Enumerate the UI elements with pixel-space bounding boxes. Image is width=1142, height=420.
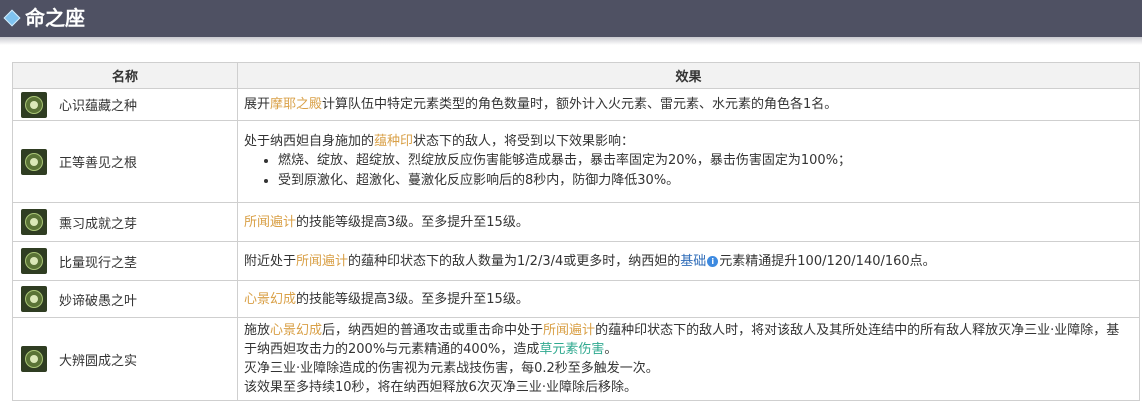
effect-cell: 处于纳西妲自身施加的蕴种印状态下的敌人，将受到以下效果影响： 燃烧、绽放、超绽放… — [237, 120, 1140, 203]
effect-text: 计算队伍中特定元素类型的角色数量时，额外计入火元素、雷元素、水元素的角色各1名。 — [322, 97, 838, 112]
effect-paragraph: 施放心景幻成后，纳西妲的普通攻击或重击命中处于所闻遍计的蕴种印状态下的敌人时，将… — [244, 321, 1129, 359]
name-cell: 心识蕴藏之种 — [12, 88, 238, 121]
effect-cell: 心景幻成的技能等级提高3级。至多提升至15级。 — [237, 280, 1140, 318]
dendro-damage-text: 草元素伤害 — [539, 342, 605, 357]
bullet-item: 受到原激化、超激化、蔓激化反应影响后的8秒内，防御力降低30%。 — [278, 171, 1129, 191]
name-cell: 大辨圆成之实 — [12, 317, 238, 401]
effect-text: 的蕴种印状态下的敌人数量为1/2/3/4或更多时，纳西妲的 — [348, 253, 681, 269]
keyword-link[interactable]: 心景幻成 — [244, 292, 296, 307]
bullet-item: 燃烧、绽放、超绽放、烈绽放反应伤害能够造成暴击，暴击率固定为20%，暴击伤害固定… — [278, 151, 1129, 171]
effect-text: 的技能等级提高3级。至多提升至15级。 — [296, 291, 529, 307]
keyword-link[interactable]: 所闻遍计 — [244, 215, 296, 230]
keyword-link[interactable]: 心景幻成 — [270, 323, 322, 338]
table-row: 心识蕴藏之种 展开摩耶之殿计算队伍中特定元素类型的角色数量时，额外计入火元素、雷… — [12, 88, 1140, 121]
effect-cell: 展开摩耶之殿计算队伍中特定元素类型的角色数量时，额外计入火元素、雷元素、水元素的… — [237, 88, 1140, 121]
constellation-icon — [21, 248, 47, 274]
keyword-link[interactable]: 蕴种印 — [374, 134, 413, 149]
effect-cell: 附近处于所闻遍计的蕴种印状态下的敌人数量为1/2/3/4或更多时，纳西妲的基础 i… — [237, 241, 1140, 281]
effect-text: 后，纳西妲的普通攻击或重击命中处于 — [322, 323, 544, 338]
effect-paragraph: 灭净三业·业障除造成的伤害视为元素战技伤害，每0.2秒至多触发一次。 — [244, 361, 659, 376]
info-icon[interactable]: i — [707, 255, 719, 267]
table-row: 妙谛破愚之叶 心景幻成的技能等级提高3级。至多提升至15级。 — [12, 280, 1140, 318]
table-row: 正等善见之根 处于纳西妲自身施加的蕴种印状态下的敌人，将受到以下效果影响： 燃烧… — [12, 120, 1140, 203]
effect-text: 状态下的敌人，将受到以下效果影响： — [413, 134, 635, 149]
keyword-link[interactable]: 摩耶之殿 — [270, 97, 322, 112]
effect-bullet-list: 燃烧、绽放、超绽放、烈绽放反应伤害能够造成暴击，暴击率固定为20%，暴击伤害固定… — [244, 151, 1129, 191]
name-cell: 比量现行之茎 — [12, 241, 238, 281]
effect-text: 附近处于 — [244, 253, 297, 269]
constellation-icon — [21, 286, 47, 312]
table-header-row: 名称 效果 — [12, 62, 1140, 89]
constellation-table: 名称 效果 心识蕴藏之种 展开摩耶之殿计算队伍中特定元素类型的角色数量时，额外计… — [12, 62, 1140, 401]
column-header-effect: 效果 — [237, 62, 1140, 89]
constellation-icon — [21, 148, 47, 175]
constellation-icon — [21, 346, 47, 372]
name-cell: 妙谛破愚之叶 — [12, 280, 238, 318]
effect-text: 处于纳西妲自身施加的 — [244, 134, 375, 149]
keyword-link[interactable]: 所闻遍计 — [296, 254, 348, 269]
table-row: 熏习成就之芽 所闻遍计的技能等级提高3级。至多提升至15级。 — [12, 202, 1140, 242]
header-shadow — [0, 37, 1142, 45]
base-link[interactable]: 基础 — [680, 254, 706, 269]
constellation-name: 熏习成就之芽 — [59, 216, 138, 232]
name-cell: 熏习成就之芽 — [12, 202, 238, 242]
constellation-name: 正等善见之根 — [59, 156, 138, 171]
effect-paragraph: 该效果至多持续10秒，将在纳西妲释放6次灭净三业·业障除后移除。 — [244, 380, 637, 395]
constellation-icon — [21, 209, 47, 235]
effect-text: 的技能等级提高3级。至多提升至15级。 — [296, 214, 529, 230]
section-header: 命之座 — [0, 0, 1142, 37]
effect-cell: 施放心景幻成后，纳西妲的普通攻击或重击命中处于所闻遍计的蕴种印状态下的敌人时，将… — [237, 317, 1140, 401]
diamond-icon — [3, 9, 21, 27]
table-row: 比量现行之茎 附近处于所闻遍计的蕴种印状态下的敌人数量为1/2/3/4或更多时，… — [12, 241, 1140, 281]
constellation-icon — [21, 91, 47, 118]
constellation-name: 心识蕴藏之种 — [59, 99, 138, 114]
effect-text: 元素精通提升100/120/140/160点。 — [719, 253, 936, 269]
effect-text: 施放 — [244, 323, 271, 338]
effect-text: 。 — [604, 342, 618, 357]
section-title: 命之座 — [25, 6, 85, 30]
table-row: 大辨圆成之实 施放心景幻成后，纳西妲的普通攻击或重击命中处于所闻遍计的蕴种印状态… — [12, 317, 1140, 401]
constellation-name: 妙谛破愚之叶 — [59, 293, 138, 309]
name-cell: 正等善见之根 — [12, 120, 238, 203]
keyword-link[interactable]: 所闻遍计 — [543, 323, 595, 338]
effect-text: 展开 — [244, 97, 271, 112]
column-header-name: 名称 — [12, 62, 238, 89]
constellation-name: 比量现行之茎 — [59, 255, 138, 271]
effect-cell: 所闻遍计的技能等级提高3级。至多提升至15级。 — [237, 202, 1140, 242]
constellation-name: 大辨圆成之实 — [59, 353, 138, 369]
